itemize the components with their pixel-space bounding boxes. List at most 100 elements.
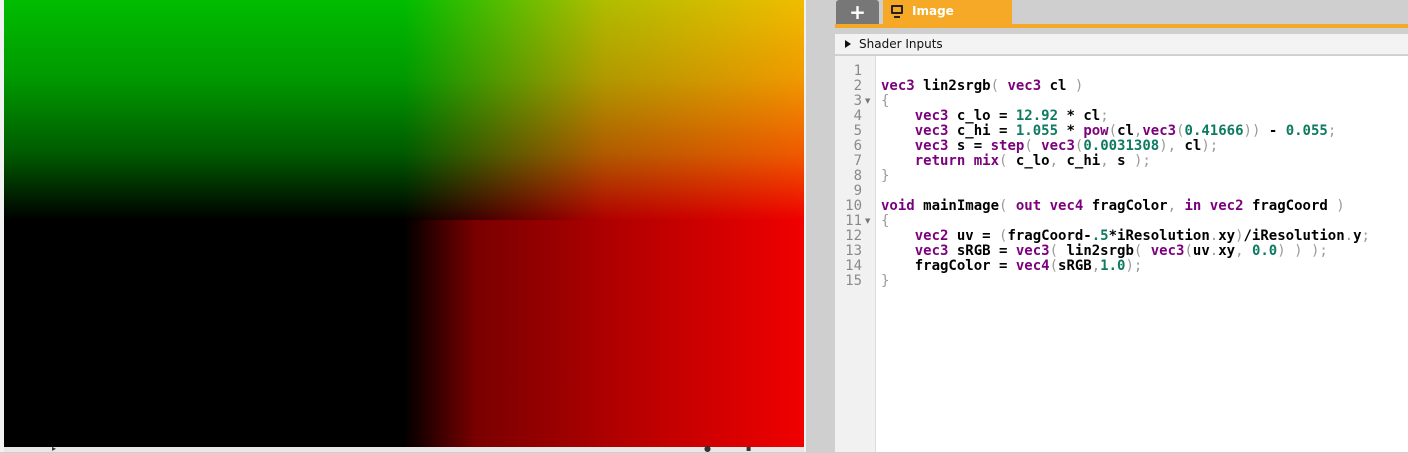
code-token: ; [1100,108,1109,124]
line-number: 11 [845,213,862,229]
code-token: uv [1192,243,1210,259]
code-token: fragColor = [881,258,1016,274]
tab-image-label: Image [912,4,954,18]
code-token: vec3 [1142,243,1185,259]
code-token: . [1209,228,1219,244]
fold-arrow-icon[interactable]: ▼ [865,214,870,229]
code-token: vec4 [1015,258,1050,274]
code-token: . [1209,243,1219,259]
code-token: ); [1133,153,1151,169]
line-number: 12 [845,228,862,244]
code-token: ) [1235,228,1244,244]
code-line: { [881,94,889,109]
canvas-quadrant-top-left [4,0,404,220]
code-token: { [881,213,890,229]
code-token: c_hi = [948,123,1016,139]
code-line: vec3 c_hi = 1.055 * pow(cl,vec3(0.41666)… [881,123,1337,139]
canvas-quadrant-top-right [404,0,804,220]
code-token: vec3 [1142,123,1177,139]
code-token: vec3 [881,78,915,94]
code-token: vec3 [914,138,949,154]
code-line: { [881,214,889,229]
code-token: 12.92 [1015,108,1059,124]
code-line: vec3 lin2srgb( vec3 cl ) [881,79,1083,94]
code-token: pow [1083,123,1109,139]
code-line: vec3 c_lo = 12.92 * cl; [881,109,1109,124]
code-token: xy [1218,243,1236,259]
monitor-icon [891,5,903,18]
code-token: 0.41666 [1184,123,1244,139]
add-tab-button[interactable]: + [836,0,879,24]
code-token: xy [1218,228,1236,244]
code-token: vec3 [1015,243,1050,259]
active-tab-underline [835,24,1408,28]
fold-arrow-icon[interactable]: ▼ [865,94,870,109]
code-token: vec3 [999,78,1042,94]
code-token: s = [948,138,991,154]
code-token: { [881,93,890,109]
code-token: 0.0031308 [1083,138,1160,154]
code-token: s [1108,153,1134,169]
caret-right-icon [845,40,851,48]
line-number: 14 [845,258,862,274]
shader-preview-panel: ▸ ● ▪ [0,0,806,453]
line-number: 10 [845,198,862,214]
code-token: )) [1243,123,1261,139]
code-token: ) [1336,198,1345,214]
code-token: uv = [948,228,1000,244]
code-token: ) ) ); [1277,243,1328,259]
code-token: return [914,153,966,169]
code-line: void mainImage( out vec4 fragColor, in v… [881,199,1345,214]
code-token: lin2srgb [914,78,991,94]
code-token: ( [1049,258,1059,274]
code-token: ( [990,78,1000,94]
line-number: 7 [853,153,862,169]
code-token: 0.055 [1285,123,1328,139]
line-number: 1 [853,63,862,79]
code-token: in [1176,198,1202,214]
line-number: 9 [853,183,862,199]
code-token: , [1100,153,1109,169]
code-token: /iResolution [1243,228,1345,244]
tab-image[interactable]: Image [883,0,1012,24]
code-token: ( [1049,243,1059,259]
code-token: lin2srgb [1058,243,1134,259]
code-token: ( [1184,243,1193,259]
code-token: 1.055 [1015,123,1059,139]
code-token: ); [1125,258,1143,274]
code-token: step [990,138,1025,154]
code-token: * [1058,123,1084,139]
code-line: } [881,274,889,289]
code-token: cl [1041,78,1075,94]
code-token: , [1235,243,1244,259]
code-token: vec2 [1209,198,1244,214]
code-area[interactable]: 1 2 3 ▼ 4 5 6 7 8 9 10 11 ▼ 12 13 14 15 vec3 lin2srgb( v… [835,56,1408,452]
code-token: cl [1117,123,1134,139]
code-token: - [1260,123,1286,139]
line-number: 3 [853,93,862,109]
code-token: vec3 [914,108,949,124]
code-token: fragCoord [1243,198,1337,214]
line-number: 6 [853,138,862,154]
code-token: vec3 [1032,138,1075,154]
code-token: ); [1201,138,1219,154]
shader-inputs-toggle[interactable]: Shader Inputs [835,34,1408,55]
code-token: void [881,198,915,214]
code-line: vec3 sRGB = vec3( lin2srgb( vec3(uv.xy, … [881,244,1328,259]
code-token: mix [973,153,1000,169]
shader-output-canvas[interactable] [4,0,804,447]
line-number: 15 [845,273,862,289]
code-token: } [881,273,890,289]
code-token: vec4 [1049,198,1084,214]
line-number: 4 [853,108,862,124]
line-number: 2 [853,78,862,94]
shader-inputs-label: Shader Inputs [859,37,943,51]
code-line: } [881,169,889,184]
